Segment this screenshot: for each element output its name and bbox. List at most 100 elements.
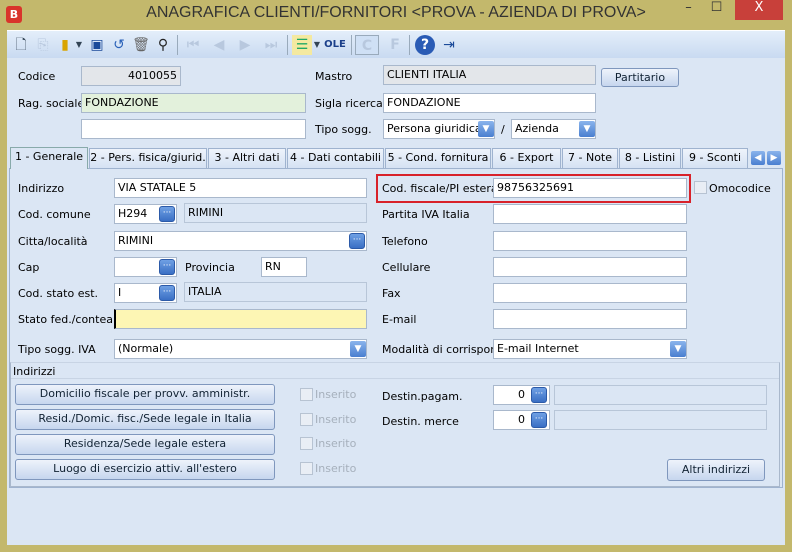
- list-icon[interactable]: ☰: [292, 35, 312, 55]
- previous-icon[interactable]: ◀: [209, 35, 229, 55]
- telefono-field[interactable]: [493, 231, 687, 251]
- citta-field[interactable]: RIMINI: [114, 231, 367, 251]
- tab-generale[interactable]: 1 - Generale: [10, 147, 88, 169]
- codice-field[interactable]: 4010055: [81, 66, 181, 86]
- partita-iva-field[interactable]: [493, 204, 687, 224]
- tipo-sogg-label: Tipo sogg.: [315, 123, 372, 136]
- inserito-label: Inserito: [315, 388, 357, 401]
- tab-note[interactable]: 7 - Note: [562, 148, 618, 168]
- residenza-italia-button[interactable]: Resid./Domic. fisc./Sede legale in Itali…: [15, 409, 275, 430]
- partita-iva-label: Partita IVA Italia: [382, 208, 470, 221]
- omocodice-checkbox[interactable]: [694, 181, 707, 194]
- omocodice-label: Omocodice: [709, 182, 771, 195]
- residenza-estera-button[interactable]: Residenza/Sede legale estera: [15, 434, 275, 455]
- indirizzo-label: Indirizzo: [18, 182, 65, 195]
- indirizzi-title: Indirizzi: [13, 365, 56, 378]
- cellulare-field[interactable]: [493, 257, 687, 277]
- lookup-button[interactable]: ···: [531, 412, 547, 428]
- separator: [177, 35, 178, 55]
- divider: [11, 378, 779, 379]
- tab-cond-fornitura[interactable]: 5 - Cond. fornitura: [385, 148, 491, 168]
- inserito-checkbox[interactable]: [300, 388, 313, 401]
- undo-icon[interactable]: ↺: [109, 35, 129, 55]
- chevron-down-icon[interactable]: ▼: [670, 341, 686, 357]
- first-icon[interactable]: ⏮: [183, 35, 203, 55]
- email-field[interactable]: [493, 309, 687, 329]
- tab-scroll-left-icon[interactable]: ◀: [751, 151, 765, 165]
- tab-scroll-right-icon[interactable]: ▶: [767, 151, 781, 165]
- chevron-down-icon[interactable]: ▼: [478, 121, 494, 137]
- tab-dati-contabili[interactable]: 4 - Dati contabili: [287, 148, 384, 168]
- help-icon[interactable]: ?: [415, 35, 435, 55]
- dropdown-icon[interactable]: ▼: [73, 35, 85, 55]
- new-document-icon[interactable]: 🗋: [11, 35, 31, 55]
- telefono-label: Telefono: [382, 235, 428, 248]
- mastro-field[interactable]: CLIENTI ITALIA: [383, 65, 596, 85]
- delete-icon[interactable]: 🗑: [131, 35, 151, 55]
- tab-altri-dati[interactable]: 3 - Altri dati: [208, 148, 286, 168]
- inserito-checkbox[interactable]: [300, 413, 313, 426]
- lookup-button[interactable]: ···: [159, 206, 175, 222]
- exit-icon[interactable]: ⇥: [439, 35, 459, 55]
- copy-document-icon[interactable]: ⎘: [33, 35, 53, 55]
- tab-listini[interactable]: 8 - Listini: [619, 148, 681, 168]
- comune-desc: RIMINI: [184, 203, 367, 223]
- ole-icon[interactable]: OLE: [323, 35, 347, 55]
- lookup-button[interactable]: ···: [159, 259, 175, 275]
- save-icon[interactable]: ▣: [87, 35, 107, 55]
- modalita-select[interactable]: E-mail Internet: [493, 339, 687, 359]
- lookup-button[interactable]: ···: [349, 233, 365, 249]
- tipo-iva-select[interactable]: (Normale): [114, 339, 367, 359]
- inserito-label: Inserito: [315, 437, 357, 450]
- tipo-iva-value: (Normale): [118, 342, 174, 355]
- next-icon[interactable]: ▶: [235, 35, 255, 55]
- tab-sconti[interactable]: 9 - Sconti: [682, 148, 748, 168]
- citta-label: Citta/località: [18, 235, 88, 248]
- mastro-label: Mastro: [315, 70, 353, 83]
- close-button[interactable]: X: [735, 0, 783, 20]
- window-title: ANAGRAFICA CLIENTI/FORNITORI <PROVA - AZ…: [146, 4, 646, 21]
- rag-sociale2-field[interactable]: [81, 119, 306, 139]
- modalita-label: Modalità di corrispond.: [382, 343, 508, 356]
- tab-export[interactable]: 6 - Export: [492, 148, 561, 168]
- inserito-checkbox[interactable]: [300, 437, 313, 450]
- provincia-field[interactable]: RN: [261, 257, 307, 277]
- cod-fiscale-field[interactable]: 98756325691: [493, 178, 687, 198]
- destin-merce-desc: [554, 410, 767, 430]
- binoculars-icon[interactable]: ⚲: [153, 35, 173, 55]
- inserito-label: Inserito: [315, 413, 357, 426]
- folder-icon[interactable]: ▮: [55, 35, 75, 55]
- chevron-down-icon[interactable]: ▼: [579, 121, 595, 137]
- last-icon[interactable]: ⏭: [261, 35, 281, 55]
- minimize-button[interactable]: –: [676, 0, 701, 20]
- cod-stato-label: Cod. stato est.: [18, 287, 99, 300]
- dropdown-icon[interactable]: ▼: [312, 35, 322, 55]
- partitario-button[interactable]: Partitario: [601, 68, 679, 87]
- inserito-checkbox[interactable]: [300, 462, 313, 475]
- lookup-button[interactable]: ···: [159, 285, 175, 301]
- f-icon[interactable]: F: [385, 35, 405, 55]
- luogo-esercizio-button[interactable]: Luogo di esercizio attiv. all'estero: [15, 459, 275, 480]
- sigla-field[interactable]: FONDAZIONE: [383, 93, 596, 113]
- stato-fed-label: Stato fed./contea: [18, 313, 113, 326]
- lookup-button[interactable]: ···: [531, 387, 547, 403]
- tipo-sogg-value: Persona giuridica: [387, 122, 482, 135]
- stato-fed-field[interactable]: [114, 309, 367, 329]
- indirizzo-field[interactable]: VIA STATALE 5: [114, 178, 367, 198]
- rag-sociale-field[interactable]: FONDAZIONE: [81, 93, 306, 113]
- fax-field[interactable]: [493, 283, 687, 303]
- toolbar: 🗋 ⎘ ▮ ▼ ▣ ↺ 🗑 ⚲ ⏮ ◀ ▶ ⏭ ☰ ▼ OLE C F ? ⇥: [7, 30, 785, 58]
- tipo-sogg2-value: Azienda: [515, 122, 559, 135]
- email-label: E-mail: [382, 313, 417, 326]
- domicilio-fiscale-button[interactable]: Domicilio fiscale per provv. amministr.: [15, 384, 275, 405]
- c-icon[interactable]: C: [355, 35, 379, 55]
- cod-fiscale-label: Cod. fiscale/PI estera: [382, 182, 498, 195]
- inserito-label: Inserito: [315, 462, 357, 475]
- cod-comune-label: Cod. comune: [18, 208, 91, 221]
- tab-pers-fisica[interactable]: 2 - Pers. fisica/giurid.: [89, 148, 207, 168]
- chevron-down-icon[interactable]: ▼: [350, 341, 366, 357]
- cap-label: Cap: [18, 261, 40, 274]
- tipo-iva-label: Tipo sogg. IVA: [18, 343, 96, 356]
- maximize-button[interactable]: ☐: [704, 0, 729, 20]
- altri-indirizzi-button[interactable]: Altri indirizzi: [667, 459, 765, 481]
